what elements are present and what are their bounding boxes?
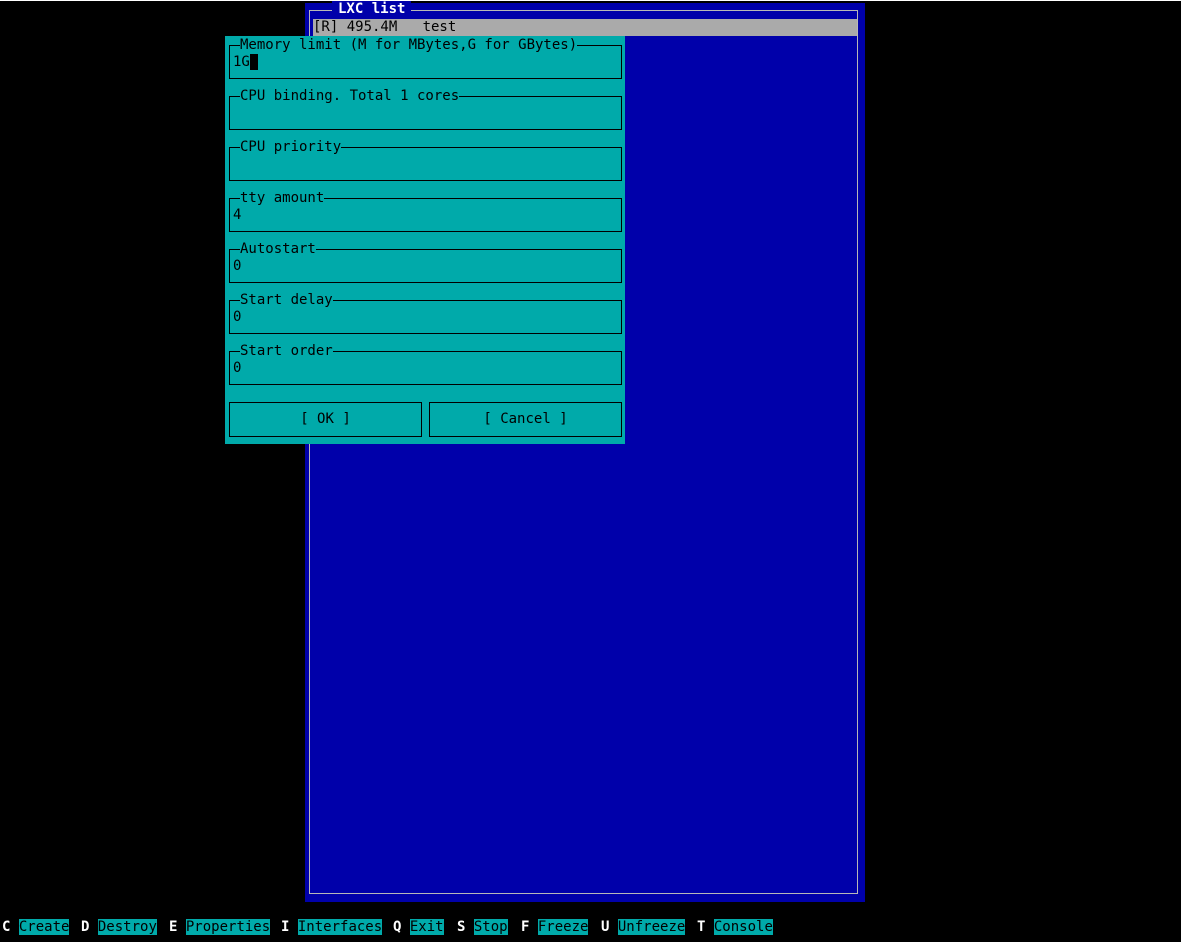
- memory-limit-label: Memory limit (M for MBytes,G for GBytes): [240, 37, 578, 54]
- shortcut-label: Console: [713, 919, 773, 935]
- shortcut-label: Destroy: [97, 919, 157, 935]
- shortcut-key: I: [281, 919, 290, 935]
- start-order-label: Start order: [240, 343, 333, 360]
- shortcut-interfaces[interactable]: I Interfaces: [281, 919, 383, 936]
- terminal-screen: LXC list [R] 495.4M test Memory limit (M…: [0, 0, 1181, 942]
- shortcut-create[interactable]: C Create: [2, 919, 70, 936]
- shortcut-key: E: [169, 919, 178, 935]
- shortcut-console[interactable]: T Console: [697, 919, 773, 936]
- shortcut-key: F: [521, 919, 530, 935]
- ok-button[interactable]: [ OK ]: [229, 402, 422, 437]
- cpu-binding-field[interactable]: CPU binding. Total 1 cores: [229, 88, 622, 130]
- shortcut-label: Freeze: [537, 919, 589, 935]
- shortcut-label: Exit: [409, 919, 444, 935]
- top-border: [0, 0, 1181, 1]
- tty-amount-input[interactable]: 4: [233, 207, 241, 224]
- start-delay-input[interactable]: 0: [233, 309, 241, 326]
- start-delay-label: Start delay: [240, 292, 333, 309]
- memory-limit-value: 1G: [233, 54, 250, 70]
- shortcut-key: D: [81, 919, 90, 935]
- cpu-binding-label: CPU binding. Total 1 cores: [240, 88, 460, 105]
- shortcut-key: C: [2, 919, 11, 935]
- properties-dialog: Memory limit (M for MBytes,G for GBytes)…: [225, 36, 625, 444]
- autostart-input[interactable]: 0: [233, 258, 241, 275]
- shortcut-label: Unfreeze: [617, 919, 686, 935]
- shortcut-key: U: [601, 919, 610, 935]
- shortcut-freeze[interactable]: F Freeze: [521, 919, 589, 936]
- shortcut-stop[interactable]: S Stop: [457, 919, 508, 936]
- shortcut-key: S: [457, 919, 466, 935]
- cpu-priority-field[interactable]: CPU priority: [229, 139, 622, 181]
- text-cursor: [249, 54, 258, 70]
- memory-limit-input[interactable]: 1G: [233, 54, 258, 71]
- shortcut-bar: C Create D Destroy E Properties I Interf…: [0, 919, 1181, 937]
- shortcut-exit[interactable]: Q Exit: [393, 919, 444, 936]
- shortcut-properties[interactable]: E Properties: [169, 919, 271, 936]
- tty-amount-field[interactable]: tty amount 4: [229, 190, 622, 232]
- tty-amount-label: tty amount: [240, 190, 325, 207]
- shortcut-label: Stop: [473, 919, 508, 935]
- cancel-button[interactable]: [ Cancel ]: [429, 402, 622, 437]
- start-order-field[interactable]: Start order 0: [229, 343, 622, 385]
- shortcut-destroy[interactable]: D Destroy: [81, 919, 157, 936]
- start-order-input[interactable]: 0: [233, 360, 241, 377]
- shortcut-label: Properties: [185, 919, 271, 935]
- container-row[interactable]: [R] 495.4M test: [313, 19, 857, 36]
- shortcut-label: Create: [18, 919, 70, 935]
- autostart-field[interactable]: Autostart 0: [229, 241, 622, 283]
- shortcut-key: Q: [393, 919, 402, 935]
- shortcut-label: Interfaces: [297, 919, 383, 935]
- shortcut-key: T: [697, 919, 706, 935]
- memory-limit-field[interactable]: Memory limit (M for MBytes,G for GBytes)…: [229, 37, 622, 79]
- cpu-priority-label: CPU priority: [240, 139, 342, 156]
- autostart-label: Autostart: [240, 241, 316, 258]
- lxc-list-title: LXC list: [332, 1, 412, 18]
- start-delay-field[interactable]: Start delay 0: [229, 292, 622, 334]
- shortcut-unfreeze[interactable]: U Unfreeze: [601, 919, 686, 936]
